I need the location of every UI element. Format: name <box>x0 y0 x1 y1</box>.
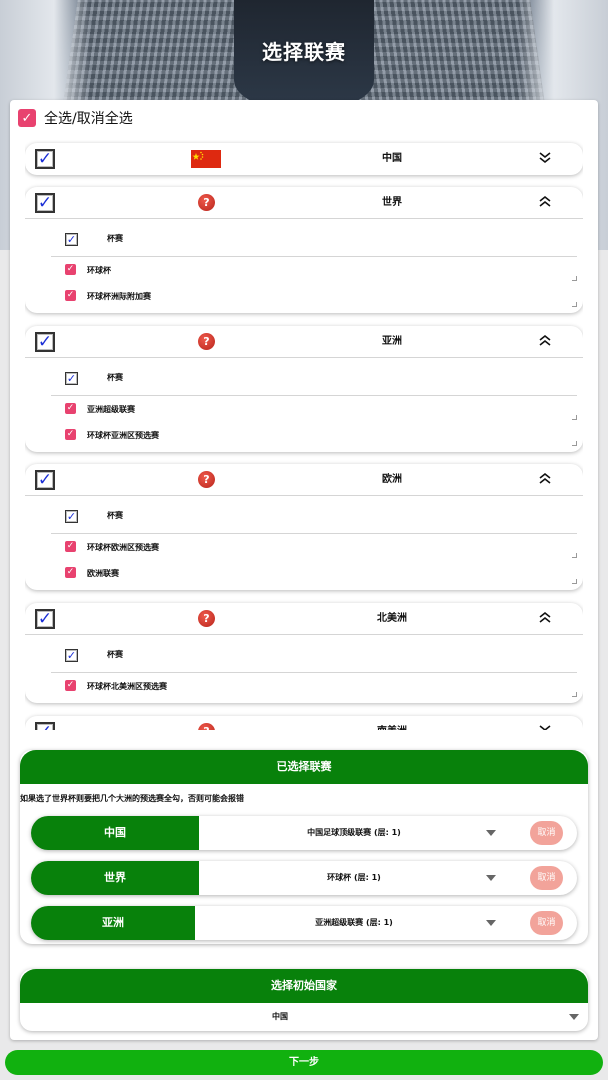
league-row[interactable]: ✓ 环球杯北美洲区预选赛 <box>51 673 577 699</box>
cup-group-label: 杯赛 <box>107 650 123 659</box>
league-row[interactable]: ✓ 环球杯 <box>51 257 577 283</box>
selected-leagues-title: 已选择联赛 <box>20 750 588 784</box>
cancel-button[interactable]: 取消 <box>530 821 563 845</box>
help-icon[interactable]: ? <box>198 723 215 730</box>
league-checkbox[interactable]: ✓ <box>65 680 76 691</box>
league-select-panel: ✓ 全选/取消全选 ✓ 中国 ✓ ? 世界 ✓ 杯赛 ✓ 环球杯 ✓ 环球杯洲际… <box>10 100 598 1040</box>
select-all-checkbox[interactable]: ✓ <box>18 109 36 127</box>
region-checkbox[interactable]: ✓ <box>35 722 55 730</box>
select-all-label: 全选/取消全选 <box>44 111 133 127</box>
league-checkbox[interactable]: ✓ <box>65 541 76 552</box>
league-row[interactable]: ✓ 欧洲联赛 <box>51 560 577 586</box>
warning-text: 如果选了世界杯则要把几个大洲的预选赛全勾，否则可能会报错 <box>20 794 244 803</box>
initial-country-title: 选择初始国家 <box>20 969 588 1003</box>
region-list[interactable]: ✓ 中国 ✓ ? 世界 ✓ 杯赛 ✓ 环球杯 ✓ 环球杯洲际附加赛 ✓ ? 亚洲… <box>25 140 583 730</box>
cup-group-row[interactable]: ✓ 杯赛 <box>51 496 577 534</box>
region-card-north-america: ✓ ? 北美洲 ✓ 杯赛 ✓ 环球杯北美洲区预选赛 <box>25 603 583 703</box>
selected-leagues-section: 已选择联赛 如果选了世界杯则要把几个大洲的预选赛全勾，否则可能会报错 中国 中国… <box>20 750 588 944</box>
region-checkbox[interactable]: ✓ <box>35 609 55 629</box>
region-header[interactable]: ✓ ? 亚洲 <box>25 326 583 358</box>
help-icon[interactable]: ? <box>198 471 215 488</box>
league-checkbox[interactable]: ✓ <box>65 429 76 440</box>
region-header[interactable]: ✓ ? 南美洲 <box>25 716 583 730</box>
region-name: 欧洲 <box>382 474 402 485</box>
help-icon[interactable]: ? <box>198 333 215 350</box>
chevron-double-up-icon[interactable] <box>537 194 553 210</box>
region-card-south-america: ✓ ? 南美洲 <box>25 716 583 730</box>
cup-group-label: 杯赛 <box>107 234 123 243</box>
region-header[interactable]: ✓ ? 欧洲 <box>25 464 583 496</box>
chevron-double-up-icon[interactable] <box>537 471 553 487</box>
selected-country: 世界 <box>31 861 199 895</box>
league-label: 环球杯欧洲区预选赛 <box>87 543 159 552</box>
cancel-button[interactable]: 取消 <box>530 911 563 935</box>
region-card-europe: ✓ ? 欧洲 ✓ 杯赛 ✓ 环球杯欧洲区预选赛 ✓ 欧洲联赛 <box>25 464 583 590</box>
initial-country-section: 选择初始国家 中国 <box>20 969 588 1031</box>
region-checkbox[interactable]: ✓ <box>35 193 55 213</box>
region-header[interactable]: ✓ 中国 <box>25 143 583 175</box>
cup-group-row[interactable]: ✓ 杯赛 <box>51 358 577 396</box>
dropdown-caret-icon[interactable] <box>569 1014 579 1020</box>
cup-group-row[interactable]: ✓ 杯赛 <box>51 635 577 673</box>
league-label: 欧洲联赛 <box>87 569 119 578</box>
region-card-asia: ✓ ? 亚洲 ✓ 杯赛 ✓ 亚洲超级联赛 ✓ 环球杯亚洲区预选赛 <box>25 326 583 452</box>
league-label: 环球杯 <box>87 266 111 275</box>
region-name: 亚洲 <box>382 336 402 347</box>
cup-group-checkbox[interactable]: ✓ <box>65 649 78 662</box>
league-dropdown[interactable]: 环球杯 (层: 1) <box>229 861 479 895</box>
dropdown-caret-icon[interactable] <box>486 920 496 926</box>
league-label: 环球杯亚洲区预选赛 <box>87 431 159 440</box>
china-flag-icon <box>191 150 221 168</box>
cup-group-checkbox[interactable]: ✓ <box>65 510 78 523</box>
region-checkbox[interactable]: ✓ <box>35 332 55 352</box>
help-icon[interactable]: ? <box>198 194 215 211</box>
selected-row: 世界 环球杯 (层: 1) 取消 <box>31 861 577 895</box>
chevron-double-up-icon[interactable] <box>537 333 553 349</box>
league-checkbox[interactable]: ✓ <box>65 290 76 301</box>
league-label: 亚洲超级联赛 <box>87 405 135 414</box>
chevron-double-down-icon[interactable] <box>537 723 553 730</box>
league-dropdown[interactable]: 亚洲超级联赛 (层: 1) <box>229 906 479 940</box>
region-checkbox[interactable]: ✓ <box>35 149 55 169</box>
dropdown-caret-icon[interactable] <box>486 875 496 881</box>
chevron-double-up-icon[interactable] <box>537 610 553 626</box>
region-header[interactable]: ✓ ? 北美洲 <box>25 603 583 635</box>
next-button[interactable]: 下一步 <box>5 1050 603 1075</box>
league-row[interactable]: ✓ 环球杯洲际附加赛 <box>51 283 577 309</box>
region-name: 北美洲 <box>377 613 407 624</box>
help-icon[interactable]: ? <box>198 610 215 627</box>
league-row[interactable]: ✓ 亚洲超级联赛 <box>51 396 577 422</box>
selected-country: 中国 <box>31 816 199 850</box>
selected-country: 亚洲 <box>31 906 195 940</box>
page-title: 选择联赛 <box>262 40 346 64</box>
region-header[interactable]: ✓ ? 世界 <box>25 187 583 219</box>
league-row[interactable]: ✓ 环球杯亚洲区预选赛 <box>51 422 577 448</box>
cup-group-row[interactable]: ✓ 杯赛 <box>51 219 577 257</box>
cup-group-checkbox[interactable]: ✓ <box>65 233 78 246</box>
select-all-toggle[interactable]: ✓ 全选/取消全选 <box>18 108 133 128</box>
cancel-button[interactable]: 取消 <box>530 866 563 890</box>
dropdown-caret-icon[interactable] <box>486 830 496 836</box>
selected-row: 中国 中国足球顶级联赛 (层: 1) 取消 <box>31 816 577 850</box>
cup-group-label: 杯赛 <box>107 373 123 382</box>
cup-group-checkbox[interactable]: ✓ <box>65 372 78 385</box>
region-name: 世界 <box>382 197 402 208</box>
league-checkbox[interactable]: ✓ <box>65 403 76 414</box>
cup-group-label: 杯赛 <box>107 511 123 520</box>
region-card-world: ✓ ? 世界 ✓ 杯赛 ✓ 环球杯 ✓ 环球杯洲际附加赛 <box>25 187 583 313</box>
league-checkbox[interactable]: ✓ <box>65 264 76 275</box>
initial-country-dropdown[interactable]: 中国 <box>20 1003 540 1031</box>
chevron-double-down-icon[interactable] <box>537 150 553 166</box>
region-name: 南美洲 <box>325 716 459 730</box>
league-dropdown[interactable]: 中国足球顶级联赛 (层: 1) <box>229 816 479 850</box>
league-label: 环球杯北美洲区预选赛 <box>87 682 167 691</box>
region-checkbox[interactable]: ✓ <box>35 470 55 490</box>
league-checkbox[interactable]: ✓ <box>65 567 76 578</box>
league-row[interactable]: ✓ 环球杯欧洲区预选赛 <box>51 534 577 560</box>
region-name: 中国 <box>382 153 402 164</box>
league-label: 环球杯洲际附加赛 <box>87 292 151 301</box>
selected-row: 亚洲 亚洲超级联赛 (层: 1) 取消 <box>31 906 577 940</box>
region-card-china: ✓ 中国 <box>25 143 583 175</box>
